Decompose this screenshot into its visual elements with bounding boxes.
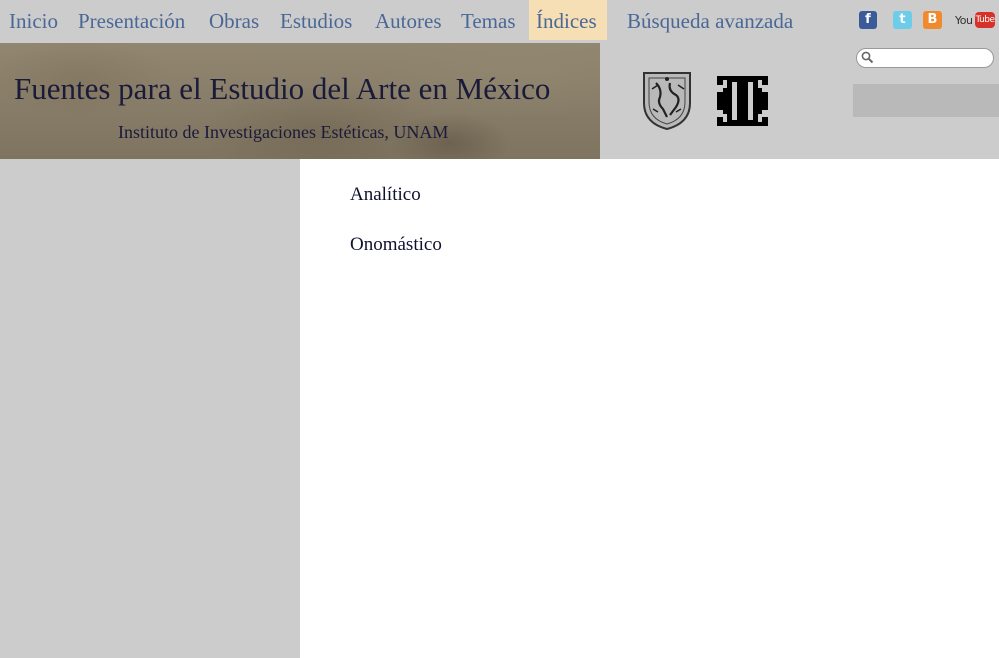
unam-seal-logo[interactable] bbox=[640, 69, 694, 131]
header-banner: Fuentes para el Estudio del Arte en Méxi… bbox=[0, 43, 999, 159]
search-input[interactable] bbox=[856, 48, 994, 68]
youtube-icon[interactable]: You Tube bbox=[955, 12, 995, 29]
search-box bbox=[853, 84, 999, 117]
top-navigation: Inicio Presentación Obras Estudios Autor… bbox=[0, 0, 999, 43]
nav-item-temas[interactable]: Temas bbox=[461, 0, 516, 40]
nav-item-obras[interactable]: Obras bbox=[209, 0, 259, 40]
nav-item-indices[interactable]: Índices bbox=[529, 0, 607, 40]
twitter-icon[interactable]: t bbox=[893, 11, 912, 29]
youtube-tube-text: Tube bbox=[975, 12, 995, 28]
nav-item-inicio[interactable]: Inicio bbox=[9, 0, 58, 40]
index-link-analitico[interactable]: Analítico bbox=[350, 184, 421, 206]
nav-item-presentacion[interactable]: Presentación bbox=[78, 0, 185, 40]
nav-item-autores[interactable]: Autores bbox=[375, 0, 442, 40]
facebook-icon[interactable]: f bbox=[859, 11, 877, 29]
site-subtitle: Instituto de Investigaciones Estéticas, … bbox=[118, 122, 449, 142]
nav-item-busqueda-avanzada[interactable]: Búsqueda avanzada bbox=[627, 0, 793, 40]
site-title[interactable]: Fuentes para el Estudio del Arte en Méxi… bbox=[14, 71, 550, 107]
nav-item-estudios[interactable]: Estudios bbox=[280, 0, 352, 40]
iie-logo[interactable] bbox=[717, 76, 768, 126]
search-icon bbox=[861, 51, 874, 64]
index-link-onomastico[interactable]: Onomástico bbox=[350, 234, 442, 256]
youtube-you-text: You bbox=[955, 14, 973, 27]
blogger-icon[interactable]: B bbox=[923, 11, 942, 29]
left-sidebar bbox=[0, 159, 300, 658]
